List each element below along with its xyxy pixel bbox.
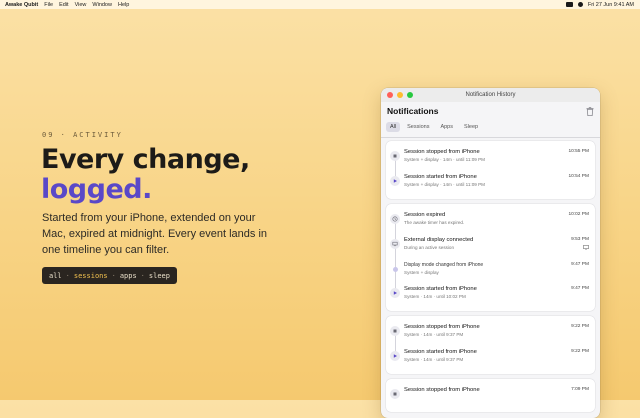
notification-title: External display connected	[404, 236, 474, 243]
menu-edit[interactable]: Edit	[59, 2, 68, 8]
notification-row[interactable]: Display mode changed from iPhone System …	[386, 257, 595, 282]
notification-title: Session stopped from iPhone	[404, 323, 480, 330]
notification-title: Session started from iPhone	[404, 348, 477, 355]
notification-row[interactable]: Session started from iPhone System + dis…	[386, 169, 595, 195]
notification-row[interactable]: External display connected During an act…	[386, 232, 595, 258]
notification-title: Display mode changed from iPhone	[404, 261, 484, 268]
filter-separator: ·	[111, 271, 116, 280]
filter-all: all	[49, 271, 62, 280]
headline-line-1: Every change,	[41, 144, 250, 175]
notification-subtitle: System + display	[404, 269, 439, 275]
tab-sessions[interactable]: Sessions	[403, 122, 433, 132]
display-icon	[390, 238, 400, 249]
notification-title: Session started from iPhone	[404, 173, 477, 180]
tab-sleep[interactable]: Sleep	[460, 122, 482, 132]
menu-app-name[interactable]: Awake Qubit	[5, 2, 38, 8]
filter-sessions: sessions	[73, 271, 108, 280]
notification-time: 9:53 PM	[571, 236, 589, 242]
menu-window[interactable]: Window	[92, 2, 112, 8]
play-icon	[390, 175, 400, 186]
notification-subtitle: System + display · 14m · until 11:09 PM	[404, 156, 485, 162]
notification-row[interactable]: Session started from iPhone System · 14m…	[386, 344, 595, 370]
notification-subtitle: The awake timer has expired.	[404, 219, 465, 225]
notification-subtitle: System · 14m · until 9:37 PM	[404, 356, 464, 362]
filter-separator: ·	[140, 271, 145, 280]
filter-tabs: All Sessions Apps Sleep	[381, 120, 600, 134]
notification-subtitle: System · 14m · until 9:37 PM	[404, 331, 464, 337]
tab-all[interactable]: All	[386, 122, 401, 132]
notification-group: Session stopped from iPhone System + dis…	[386, 140, 595, 199]
menu-bar: Awake Qubit File Edit View Window Help F…	[0, 0, 640, 9]
notification-row[interactable]: Session stopped from iPhone System + dis…	[386, 145, 595, 170]
notification-history-window: Notification History Notifications All S…	[381, 88, 600, 418]
window-toolbar: Notifications	[381, 102, 600, 120]
notification-row[interactable]: Session started from iPhone System · 14m…	[386, 281, 595, 307]
trash-icon[interactable]	[586, 106, 594, 116]
play-icon	[390, 287, 400, 298]
menu-view[interactable]: View	[75, 2, 87, 8]
notification-row[interactable]: Session stopped from iPhone System · 14m…	[386, 320, 595, 345]
filter-pill: all · sessions · apps · sleep	[42, 267, 177, 284]
notification-group: Session stopped from iPhone 7:09 PM	[386, 378, 595, 412]
notification-subtitle: System · 14m · until 10:02 PM	[404, 293, 466, 299]
stop-icon	[390, 150, 400, 161]
headline-line-2: logged.	[41, 174, 152, 205]
notification-row[interactable]: Session expired The awake timer has expi…	[386, 208, 595, 233]
notifications-header: Notifications	[387, 106, 439, 116]
notification-group: Session stopped from iPhone System · 14m…	[386, 315, 595, 374]
menu-help[interactable]: Help	[118, 2, 129, 8]
notification-row[interactable]: Session stopped from iPhone 7:09 PM	[386, 383, 595, 408]
filter-separator: ·	[65, 271, 70, 280]
control-center-icon[interactable]	[577, 2, 583, 7]
stop-icon	[390, 388, 400, 399]
display-status-icon[interactable]	[565, 2, 573, 7]
notification-time: 9:47 PM	[571, 285, 589, 291]
notification-time: 10:54 PM	[568, 173, 589, 179]
monitor-icon	[583, 244, 589, 250]
stop-icon	[390, 325, 400, 336]
section-eyebrow: 09 · ACTIVITY	[42, 131, 123, 139]
dot-icon	[392, 266, 398, 272]
notification-time: 9:22 PM	[571, 323, 589, 329]
notification-title: Session expired	[404, 211, 446, 218]
menu-file[interactable]: File	[44, 2, 53, 8]
window-titlebar[interactable]: Notification History	[381, 88, 600, 102]
notification-subtitle: System + display · 14m · until 11:09 PM	[404, 181, 485, 187]
notification-time: 9:47 PM	[571, 261, 589, 267]
notification-time: 10:02 PM	[568, 211, 589, 217]
notification-time: 9:22 PM	[571, 348, 589, 354]
notification-title: Session stopped from iPhone	[404, 148, 480, 155]
tab-apps[interactable]: Apps	[436, 122, 457, 132]
notification-title: Session stopped from iPhone	[404, 386, 480, 393]
lede-paragraph: Started from your iPhone, extended on yo…	[42, 212, 268, 256]
notification-title: Session started from iPhone	[404, 285, 477, 292]
notification-time: 10:55 PM	[568, 148, 589, 154]
clock-icon	[390, 213, 400, 224]
notification-subtitle: During an active session	[404, 244, 455, 250]
notification-group: Session expired The awake timer has expi…	[386, 203, 595, 311]
filter-sleep: sleep	[148, 271, 170, 280]
window-title: Notification History	[465, 92, 516, 98]
notification-list[interactable]: Session stopped from iPhone System + dis…	[381, 138, 600, 412]
menu-clock[interactable]: Fri 27 Jun 9:41 AM	[588, 2, 634, 8]
notification-time: 7:09 PM	[571, 386, 589, 392]
headline: Every change, logged.	[41, 145, 250, 205]
filter-apps: apps	[119, 271, 137, 280]
play-icon	[390, 350, 400, 361]
